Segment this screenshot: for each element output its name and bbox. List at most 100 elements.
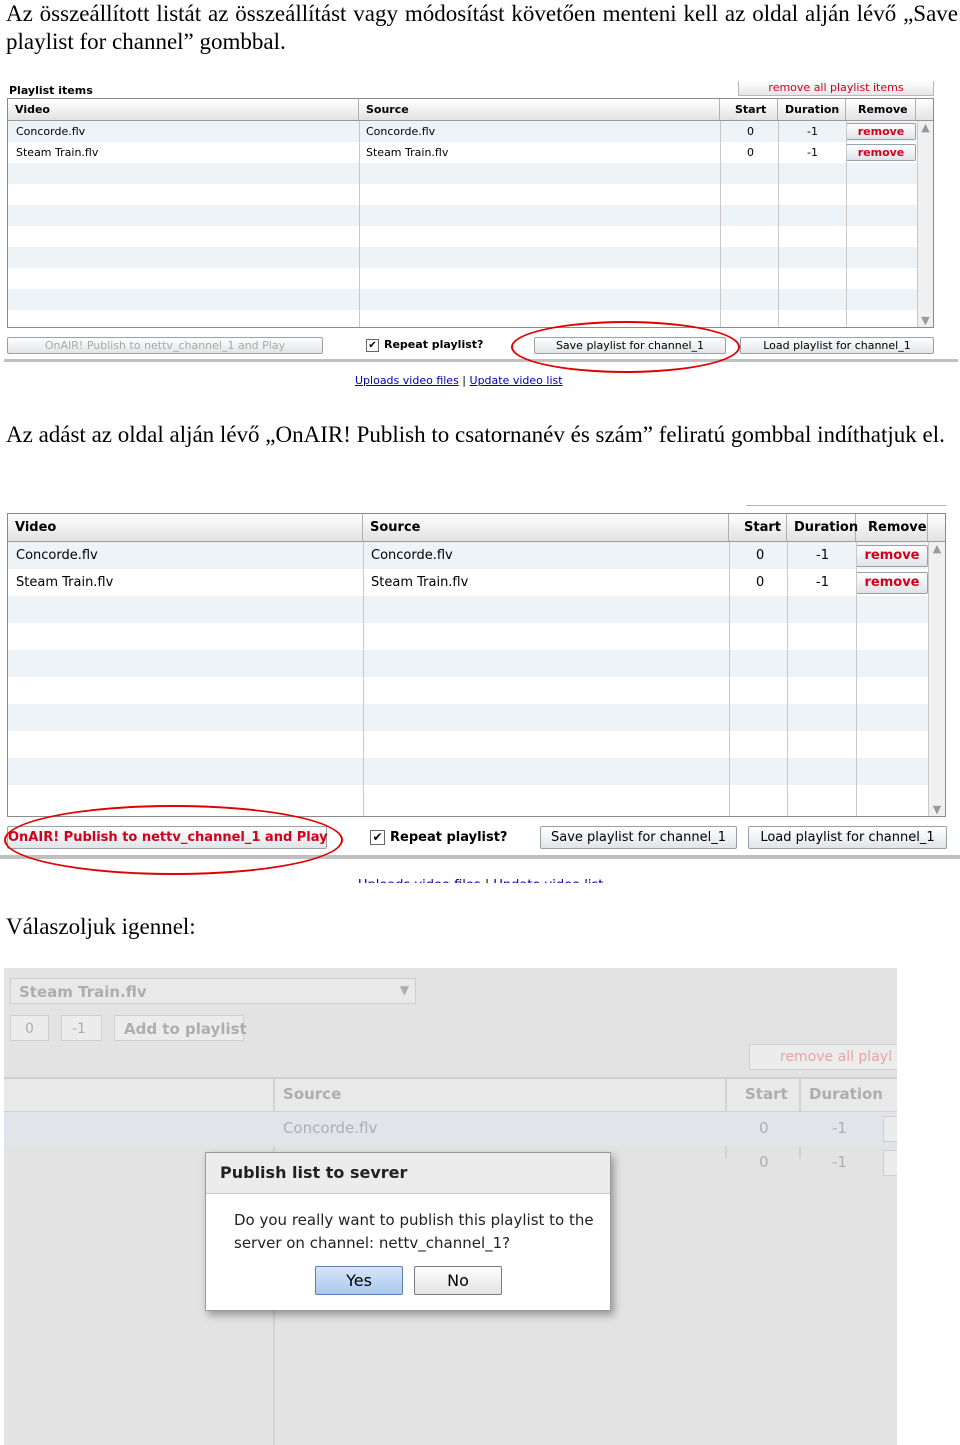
column-header-start[interactable]: Start [720, 99, 778, 120]
remove-row-button[interactable]: remove [856, 545, 928, 567]
grid-rows: Concorde.flv Concorde.flv 0 -1 remove St… [8, 121, 917, 327]
dim-remove-button [883, 1116, 897, 1142]
remove-all-button[interactable]: remove all playlist items [738, 81, 934, 96]
column-header-video[interactable]: Video [8, 99, 359, 120]
repeat-playlist-checkbox[interactable]: ✔ Repeat playlist? [370, 827, 507, 848]
cell-duration: -1 [807, 125, 818, 138]
grid-rows: Concorde.flv Concorde.flv 0 -1 remove St… [8, 542, 928, 816]
repeat-playlist-checkbox[interactable]: ✔ Repeat playlist? [366, 337, 483, 352]
save-playlist-button[interactable]: Save playlist for channel_1 [540, 826, 737, 849]
dim-remove-button [883, 1150, 897, 1176]
dim-row1-source: Concorde.flv [283, 1119, 378, 1137]
column-header-source[interactable]: Source [363, 514, 729, 541]
cell-start: 0 [756, 548, 765, 563]
scroll-down-icon[interactable]: ▼ [929, 803, 945, 816]
load-playlist-button[interactable]: Load playlist for channel_1 [748, 826, 947, 849]
divider-line [4, 359, 958, 362]
column-divider [363, 542, 364, 816]
table-row[interactable]: Steam Train.flv Steam Train.flv 0 -1 rem… [8, 142, 917, 163]
start-input: 0 [10, 1015, 49, 1041]
dialog-screenshot: Steam Train.flv ▼ 0 -1 Add to playlist r… [4, 968, 897, 1445]
remove-row-button[interactable]: remove [846, 123, 916, 140]
paragraph-onair-instructions: Az adást az oldal alján lévő „OnAIR! Pub… [6, 422, 945, 447]
dim-row: Concorde.flv 0 -1 [4, 1112, 897, 1146]
scroll-up-icon[interactable]: ▲ [918, 121, 933, 134]
empty-row [8, 247, 917, 268]
dim-row2-start: 0 [759, 1153, 769, 1171]
playlist-panel-1: Playlist items remove all playlist items… [0, 78, 960, 398]
dim-row2-duration: -1 [832, 1153, 847, 1171]
duration-input: -1 [61, 1015, 102, 1041]
cell-video: Concorde.flv [16, 125, 86, 138]
uploads-video-files-link[interactable]: Uploads video files [355, 374, 459, 387]
column-header-video[interactable]: Video [8, 514, 363, 541]
remove-row-button[interactable]: remove [856, 572, 928, 594]
scroll-up-icon[interactable]: ▲ [929, 542, 945, 555]
empty-row [8, 650, 928, 677]
link-separator: | [485, 878, 489, 883]
column-header-remove[interactable]: Remove [846, 99, 916, 120]
table-row[interactable]: Concorde.flv Concorde.flv 0 -1 remove [8, 542, 928, 569]
update-video-list-link[interactable]: Update video list [470, 374, 563, 387]
no-button[interactable]: No [414, 1266, 502, 1295]
empty-row [8, 205, 917, 226]
start-input-value: 0 [25, 1021, 34, 1037]
onair-publish-button[interactable]: OnAIR! Publish to nettv_channel_1 and Pl… [7, 337, 323, 354]
empty-row [8, 596, 928, 623]
cell-start: 0 [747, 125, 754, 138]
table-row[interactable]: Steam Train.flv Steam Train.flv 0 -1 rem… [8, 569, 928, 596]
dialog-message: Do you really want to publish this playl… [234, 1211, 594, 1252]
empty-row [8, 623, 928, 650]
column-header-start[interactable]: Start [729, 514, 787, 541]
uploads-video-files-link[interactable]: Uploads video files [358, 878, 481, 883]
paragraph-save-instructions: Az összeállított listát az összeállítást… [6, 1, 958, 54]
column-divider [846, 121, 847, 327]
dim-row1-duration: -1 [832, 1119, 847, 1137]
playlist-grid: Video Source Start Duration Remove Conco… [7, 98, 934, 328]
empty-row [8, 184, 917, 205]
publish-confirm-dialog: Publish list to sevrer Do you really wan… [205, 1152, 611, 1311]
empty-row [8, 310, 917, 327]
column-header-duration[interactable]: Duration [778, 99, 846, 120]
bottom-links-cropped: Uploads video files | Update video list [358, 878, 603, 883]
column-divider [787, 542, 788, 816]
dim-header-duration: Duration [809, 1085, 883, 1103]
vertical-scrollbar[interactable]: ▲ ▼ [917, 121, 933, 327]
empty-row [8, 758, 928, 785]
cell-video: Steam Train.flv [16, 575, 114, 590]
scroll-down-icon[interactable]: ▼ [918, 314, 933, 327]
column-header-duration[interactable]: Duration [787, 514, 858, 541]
remove-row-button[interactable]: remove [846, 144, 916, 161]
empty-row [8, 677, 928, 704]
dim-header-start: Start [745, 1085, 788, 1103]
empty-row [8, 289, 917, 310]
remove-all-label-dim: remove all playl [780, 1049, 892, 1065]
playlist-panel-2: Video Source Start Duration Remove Conco… [0, 503, 960, 883]
highlight-oval [4, 805, 343, 875]
top-button-edge [746, 505, 946, 506]
column-divider [778, 121, 779, 327]
checkmark-icon[interactable]: ✔ [366, 338, 379, 352]
load-playlist-button[interactable]: Load playlist for channel_1 [740, 337, 934, 354]
highlight-oval [511, 321, 740, 373]
chevron-down-icon: ▼ [399, 983, 409, 997]
paragraph-answer-yes: Válaszoljuk igennel: [6, 914, 196, 939]
yes-button[interactable]: Yes [315, 1266, 403, 1295]
cell-source: Steam Train.flv [366, 146, 449, 159]
table-row[interactable]: Concorde.flv Concorde.flv 0 -1 remove [8, 121, 917, 142]
column-divider [720, 121, 721, 327]
column-divider [359, 121, 360, 327]
cell-start: 0 [756, 575, 765, 590]
add-to-playlist-button: Add to playlist [114, 1015, 247, 1041]
column-header-remove[interactable]: Remove [856, 514, 928, 541]
checkmark-icon[interactable]: ✔ [370, 830, 385, 845]
vertical-scrollbar[interactable]: ▲ ▼ [928, 542, 945, 816]
column-header-source[interactable]: Source [359, 99, 720, 120]
video-select: Steam Train.flv ▼ [10, 978, 416, 1004]
column-divider [856, 542, 857, 816]
cell-start: 0 [747, 146, 754, 159]
update-video-list-link[interactable]: Update video list [493, 878, 603, 883]
grid-header: Video Source Start Duration Remove [8, 514, 945, 542]
cell-duration: -1 [807, 146, 818, 159]
link-separator: | [462, 374, 467, 387]
